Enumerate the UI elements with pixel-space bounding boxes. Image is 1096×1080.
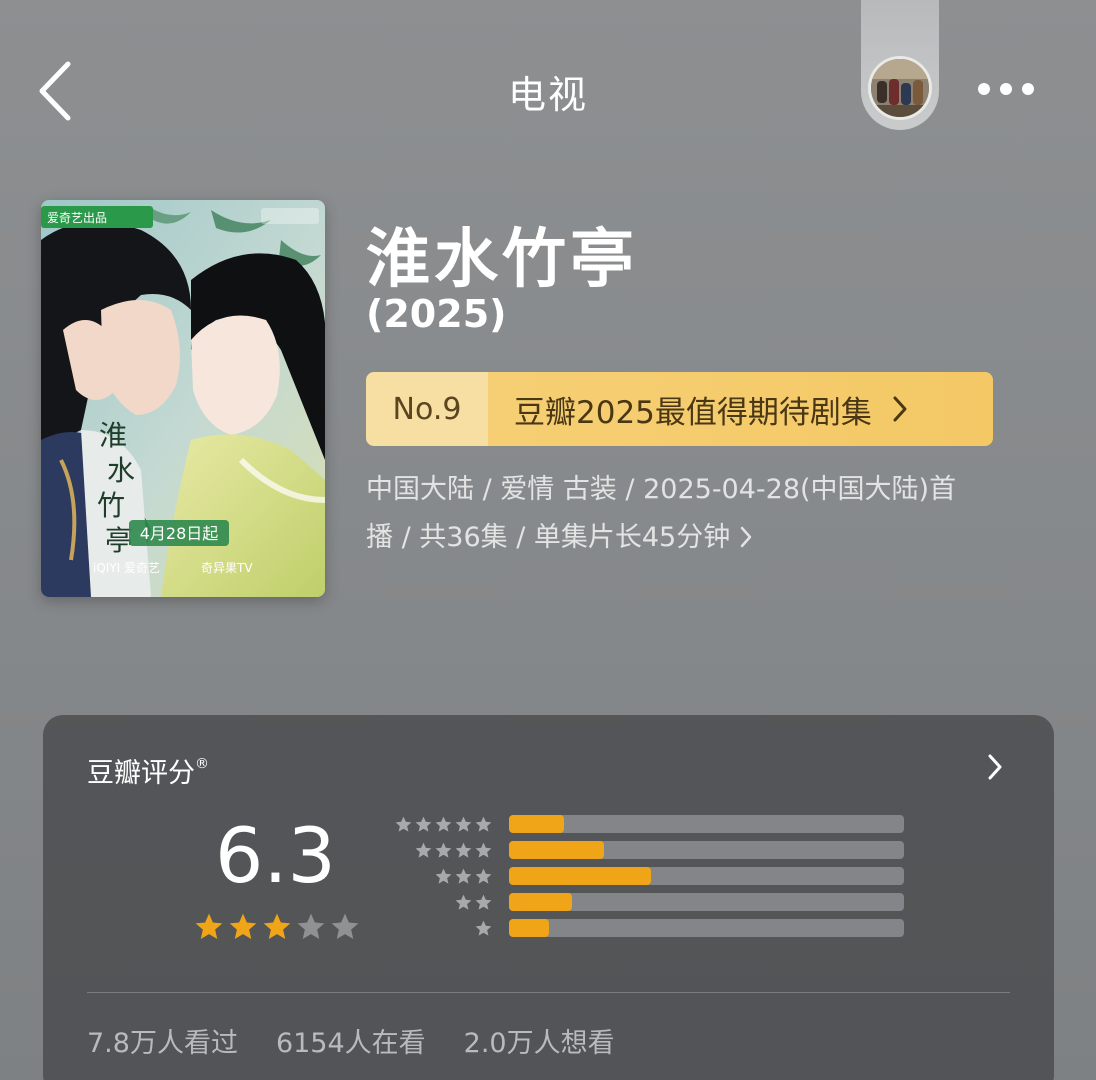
svg-text:爱奇艺出品: 爱奇艺出品 (47, 211, 107, 225)
star-icon (297, 913, 325, 939)
divider (87, 992, 1010, 993)
distribution-bar (509, 867, 904, 885)
distribution-bar-fill (509, 919, 549, 937)
want-count: 2.0万人想看 (463, 1028, 615, 1059)
svg-text:亭: 亭 (105, 524, 133, 557)
star-icon (229, 913, 257, 939)
star-icon (475, 816, 492, 832)
chevron-right-icon (893, 396, 907, 422)
rating-card[interactable]: 豆瓣评分® 6.3 7.8万人看过 6154人在看 2.0万人想看 (43, 715, 1054, 1080)
svg-text:水: 水 (107, 454, 135, 487)
star-icon (331, 913, 359, 939)
rating-label: 豆瓣评分® (87, 756, 209, 789)
distribution-row (393, 915, 913, 941)
audience-stats: 7.8万人看过 6154人在看 2.0万人想看 (87, 1021, 615, 1060)
svg-text:淮: 淮 (99, 419, 127, 452)
distribution-bar-fill (509, 893, 573, 911)
svg-text:竹: 竹 (97, 489, 125, 522)
distribution-stars (393, 893, 493, 912)
chevron-right-icon[interactable] (987, 753, 1003, 781)
rating-distribution (393, 811, 913, 941)
watching-count: 6154人在看 (275, 1028, 426, 1059)
distribution-row (393, 863, 913, 889)
star-icon (395, 816, 412, 832)
distribution-bar (509, 841, 904, 859)
distribution-stars (393, 867, 493, 886)
star-icon (455, 868, 472, 884)
distribution-row (393, 837, 913, 863)
distribution-stars (393, 841, 493, 860)
distribution-row (393, 889, 913, 915)
svg-text:iQIYI 爱奇艺: iQIYI 爱奇艺 (93, 561, 160, 575)
star-icon (435, 868, 452, 884)
svg-text:奇异果TV: 奇异果TV (201, 561, 253, 575)
distribution-bar-fill (509, 815, 565, 833)
rank-number: No.9 (366, 372, 488, 446)
show-title: 淮水竹亭 (366, 223, 638, 297)
star-icon (435, 816, 452, 832)
distribution-stars (393, 919, 493, 938)
poster-image[interactable]: 淮 水 竹 亭 4月28日起 iQIYI 爱奇艺 奇异果TV 爱奇艺出品 (41, 200, 325, 597)
star-icon (455, 816, 472, 832)
star-icon (435, 842, 452, 858)
star-icon (455, 842, 472, 858)
watched-count: 7.8万人看过 (87, 1028, 238, 1059)
distribution-bar (509, 893, 904, 911)
star-icon (475, 894, 492, 910)
star-icon (475, 920, 492, 936)
movie-detail-page: 电视 淮 水 竹 亭 4月28日起 iQIYI 爱奇艺 奇异果TV 爱奇艺出品 … (0, 0, 1096, 1080)
star-icon (263, 913, 291, 939)
star-icon (455, 894, 472, 910)
star-icon (415, 816, 432, 832)
rating-score: 6.3 (215, 811, 336, 900)
show-year: (2025) (366, 292, 507, 336)
star-icon (415, 842, 432, 858)
meta-line-2-wrap: 播 / 共36集 / 单集片长45分钟 (366, 514, 1056, 562)
meta-line-1: 中国大陆 / 爱情 古装 / 2025-04-28(中国大陆)首 (366, 474, 957, 505)
rank-label-wrap: 豆瓣2025最值得期待剧集 (488, 372, 993, 446)
distribution-row (393, 811, 913, 837)
star-icon (475, 842, 492, 858)
avatar[interactable] (868, 56, 932, 120)
distribution-bar (509, 815, 904, 833)
star-icon (475, 868, 492, 884)
svg-text:4月28日起: 4月28日起 (140, 524, 219, 543)
star-icon (195, 913, 223, 939)
meta-line-2: 播 / 共36集 / 单集片长45分钟 (366, 522, 731, 553)
distribution-bar (509, 919, 904, 937)
chevron-right-icon (741, 526, 752, 548)
ranking-banner[interactable]: No.9 豆瓣2025最值得期待剧集 (366, 372, 993, 446)
distribution-stars (393, 815, 493, 834)
distribution-bar-fill (509, 867, 652, 885)
rank-label: 豆瓣2025最值得期待剧集 (514, 394, 872, 431)
show-meta-info[interactable]: 中国大陆 / 爱情 古装 / 2025-04-28(中国大陆)首 播 / 共36… (366, 466, 1056, 562)
ellipsis-icon[interactable] (974, 74, 1038, 104)
distribution-bar-fill (509, 841, 604, 859)
rating-stars (193, 911, 361, 943)
registered-mark: ® (195, 756, 209, 772)
